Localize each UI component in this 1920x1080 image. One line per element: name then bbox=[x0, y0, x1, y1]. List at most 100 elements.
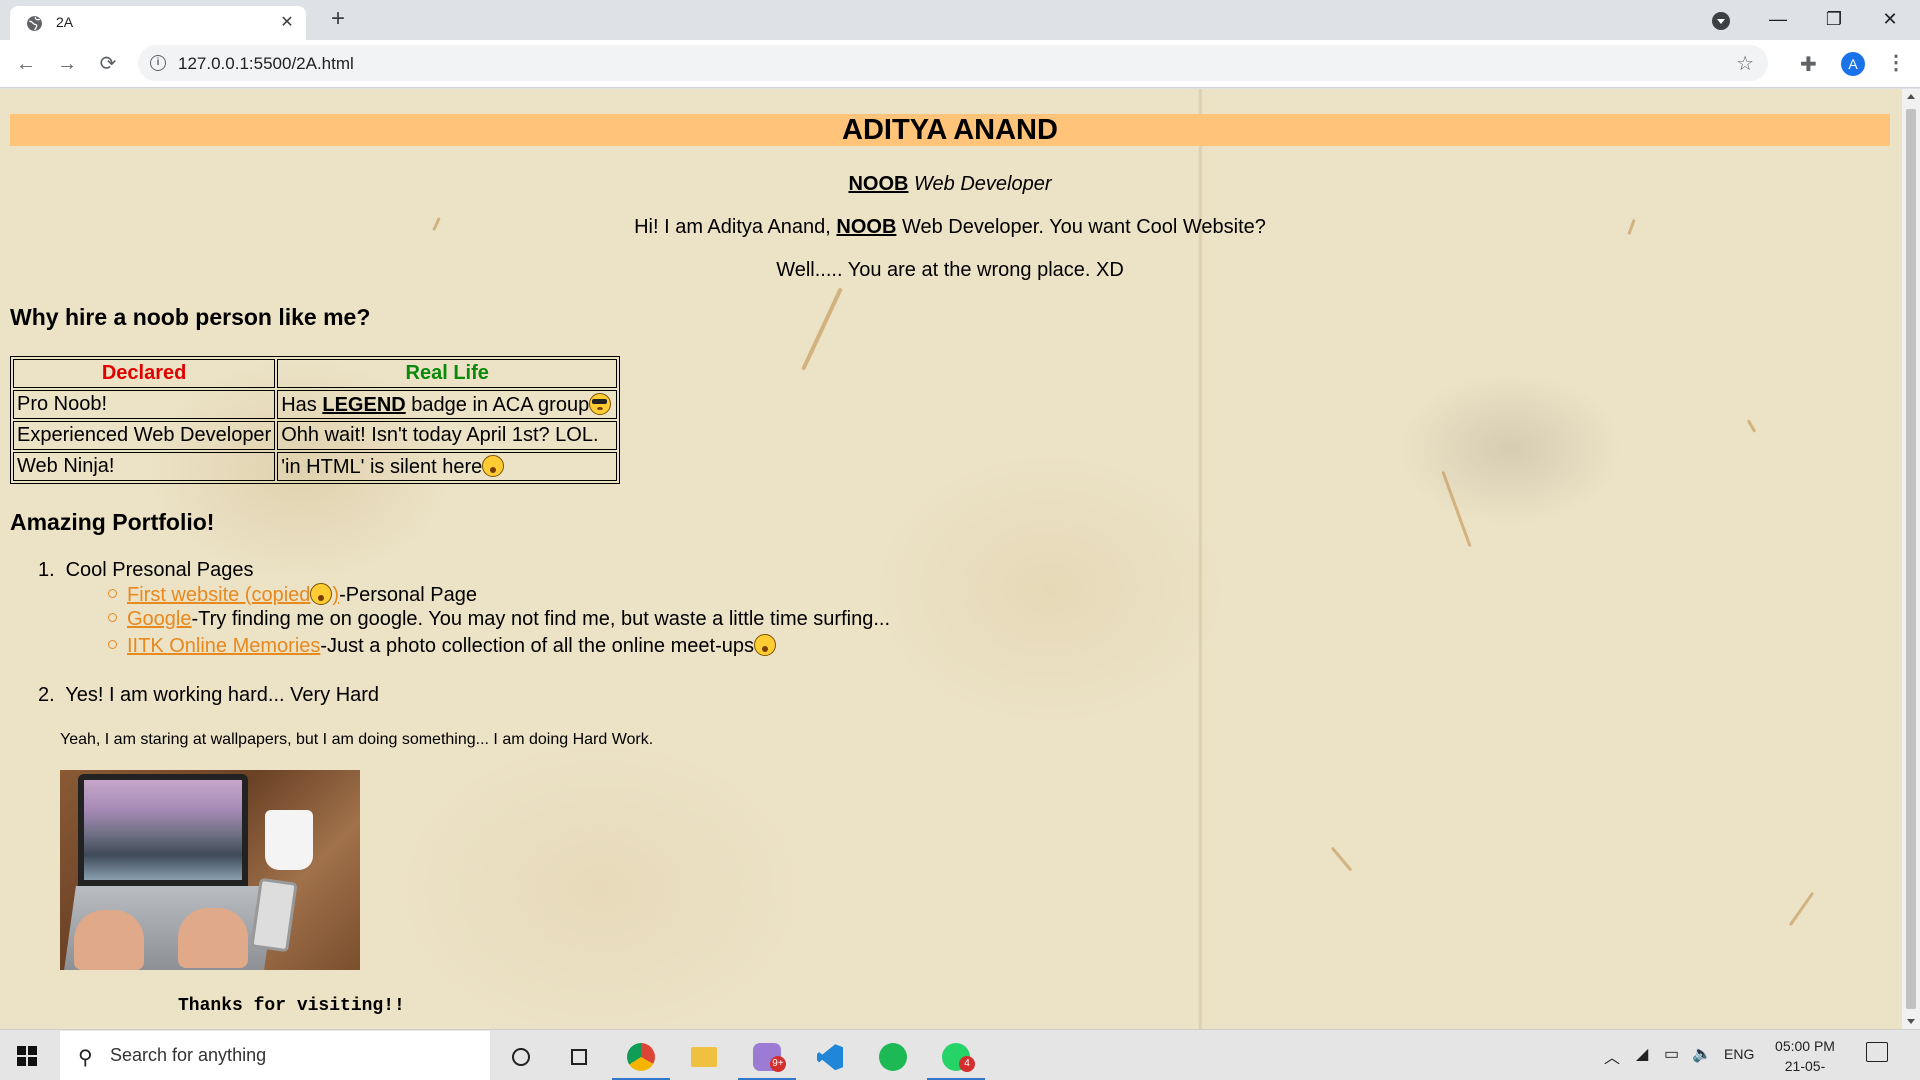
reload-button[interactable]: ⟳ bbox=[94, 50, 122, 78]
scroll-thumb[interactable] bbox=[1906, 109, 1916, 1009]
intro-noob: NOOB bbox=[836, 216, 897, 238]
page-viewport: ADITYA ANAND NOOB Web Developer Hi! I am… bbox=[0, 89, 1902, 1029]
clock-time: 05:00 PM bbox=[1775, 1038, 1835, 1054]
whatsapp-badge: 4 bbox=[959, 1056, 975, 1072]
forward-button[interactable]: → bbox=[53, 50, 81, 78]
restore-button[interactable]: ❐ bbox=[1806, 0, 1862, 40]
scroll-up-icon[interactable] bbox=[1907, 94, 1915, 99]
extensions-puzzle-icon[interactable]: ✚ bbox=[1800, 52, 1817, 77]
table-row: Experienced Web Developer Ohh wait! Isn'… bbox=[13, 421, 618, 450]
hushed-emoji-icon bbox=[310, 583, 333, 605]
battery-icon[interactable]: ▭ bbox=[1664, 1044, 1679, 1064]
vscode-icon[interactable] bbox=[801, 1031, 859, 1080]
laptop-shape bbox=[78, 774, 248, 886]
discord-badge: 9+ bbox=[770, 1056, 786, 1072]
cell-real-text: 'in HTML' is silent here bbox=[281, 455, 483, 478]
hire-table: Declared Real Life Pro Noob! Has LEGEND … bbox=[10, 356, 621, 484]
right-hand-shape bbox=[178, 908, 248, 968]
tagline-noob: NOOB bbox=[848, 173, 909, 195]
mug-shape bbox=[265, 810, 313, 870]
scroll-down-icon[interactable] bbox=[1907, 1019, 1915, 1024]
header-real-life: Real Life bbox=[277, 359, 618, 388]
windows-taskbar: ⚲ Search for anything 9+ 4 ︿ ◢ ▭ 🔈 ENG 0… bbox=[0, 1029, 1920, 1080]
profile-avatar[interactable]: A bbox=[1841, 52, 1865, 76]
paper-fiber bbox=[1746, 419, 1757, 433]
table-row: Web Ninja! 'in HTML' is silent here bbox=[13, 452, 618, 481]
left-hand-shape bbox=[74, 910, 144, 970]
tagline: NOOB Web Developer bbox=[10, 173, 1890, 196]
paper-fiber bbox=[801, 287, 843, 371]
intro-text-2: Well..... You are at the wrong place. XD bbox=[776, 259, 1124, 281]
taskbar-search-placeholder[interactable]: Search for anything bbox=[110, 1045, 266, 1066]
tab-2a[interactable]: 2A ✕ bbox=[10, 6, 306, 40]
first-website-link[interactable]: First website (copied) bbox=[127, 583, 339, 606]
thanks-text: Thanks for visiting!! bbox=[178, 996, 405, 1016]
paper-fiber bbox=[1441, 470, 1472, 548]
cell-declared: Pro Noob! bbox=[13, 390, 276, 419]
tab-title: 2A bbox=[56, 14, 74, 30]
paper-fiber bbox=[1330, 846, 1353, 872]
paper-fiber bbox=[1788, 891, 1815, 927]
list-item: 2. Yes! I am working hard... Very Hard bbox=[38, 684, 379, 707]
table-header-row: Declared Real Life bbox=[13, 359, 618, 388]
whatsapp-taskbar-icon[interactable]: 4 bbox=[927, 1031, 985, 1080]
close-window-button[interactable]: ✕ bbox=[1862, 0, 1918, 40]
tab-close-icon[interactable]: ✕ bbox=[278, 14, 296, 32]
list-item: First website (copied)-Personal Page bbox=[108, 583, 477, 607]
list-item-label: Cool Presonal Pages bbox=[65, 559, 254, 581]
link-description: -Just a photo collection of all the onli… bbox=[320, 635, 754, 657]
intro-pre: Hi! I am Aditya Anand, bbox=[634, 216, 831, 238]
list-item: 1. Cool Presonal Pages bbox=[38, 559, 253, 582]
cell-real: 'in HTML' is silent here bbox=[277, 452, 618, 481]
volume-icon[interactable]: 🔈 bbox=[1692, 1044, 1712, 1064]
tongue-emoji-icon bbox=[753, 634, 776, 656]
task-view-icon[interactable] bbox=[550, 1031, 608, 1080]
show-hidden-icons-icon[interactable]: ︿ bbox=[1604, 1044, 1620, 1068]
chrome-taskbar-icon[interactable] bbox=[612, 1031, 670, 1080]
file-explorer-icon[interactable] bbox=[675, 1031, 733, 1080]
intro-post: Web Developer. You want Cool Website? bbox=[901, 216, 1266, 238]
laptop-desk-photo bbox=[60, 770, 360, 970]
list-item: Google-Try finding me on google. You may… bbox=[108, 608, 890, 631]
iitk-memories-link[interactable]: IITK Online Memories bbox=[127, 635, 320, 657]
network-icon[interactable]: ◢ bbox=[1636, 1044, 1648, 1064]
site-info-icon[interactable]: i bbox=[150, 55, 166, 71]
globe-icon bbox=[27, 16, 42, 31]
circle-bullet-icon bbox=[108, 613, 117, 622]
legend-badge-text: LEGEND bbox=[322, 393, 406, 416]
new-tab-button[interactable]: + bbox=[326, 7, 350, 32]
page-scrollbar[interactable] bbox=[1902, 89, 1920, 1029]
system-clock[interactable]: 05:00 PM 21-05-2021 bbox=[1770, 1036, 1840, 1080]
tab-search-icon[interactable] bbox=[1712, 12, 1730, 30]
link-description: -Try finding me on google. You may not f… bbox=[191, 608, 891, 630]
first-website-link-text[interactable]: First website (copied bbox=[127, 584, 310, 606]
discord-taskbar-icon[interactable]: 9+ bbox=[738, 1031, 796, 1080]
circle-bullet-icon bbox=[108, 589, 117, 598]
minimize-button[interactable]: — bbox=[1750, 0, 1806, 40]
cell-real: Has LEGEND badge in ACA group bbox=[277, 390, 618, 419]
cell-real-pre: Has bbox=[281, 393, 317, 416]
hushed-emoji-icon bbox=[482, 454, 505, 477]
google-link[interactable]: Google bbox=[127, 608, 192, 630]
back-button[interactable]: ← bbox=[12, 50, 40, 78]
kebab-menu-icon[interactable]: ⋮ bbox=[1886, 50, 1906, 75]
list-item: IITK Online Memories-Just a photo collec… bbox=[108, 634, 776, 658]
address-bar[interactable]: i 127.0.0.1:5500/2A.html ☆ bbox=[138, 45, 1768, 81]
list-number: 1. bbox=[38, 559, 55, 581]
list-number: 2. bbox=[38, 684, 55, 706]
notification-center-icon[interactable] bbox=[1866, 1042, 1888, 1062]
clock-date: 21-05-2021 bbox=[1784, 1058, 1826, 1080]
circle-bullet-icon bbox=[108, 640, 117, 649]
bookmark-star-icon[interactable]: ☆ bbox=[1736, 51, 1754, 76]
taskbar-search[interactable]: ⚲ Search for anything bbox=[60, 1031, 490, 1080]
url-text[interactable]: 127.0.0.1:5500/2A.html bbox=[178, 54, 354, 74]
cortana-icon[interactable] bbox=[492, 1031, 550, 1080]
why-hire-heading: Why hire a noob person like me? bbox=[10, 304, 371, 330]
windows-start-icon[interactable] bbox=[17, 1046, 37, 1066]
header-declared: Declared bbox=[13, 359, 276, 388]
phone-shape bbox=[250, 877, 298, 953]
spotify-icon[interactable] bbox=[864, 1031, 922, 1080]
cell-real: Ohh wait! Isn't today April 1st? LOL. bbox=[277, 421, 618, 450]
hard-work-note: Yeah, I am staring at wallpapers, but I … bbox=[60, 731, 654, 748]
language-indicator[interactable]: ENG bbox=[1724, 1046, 1754, 1062]
